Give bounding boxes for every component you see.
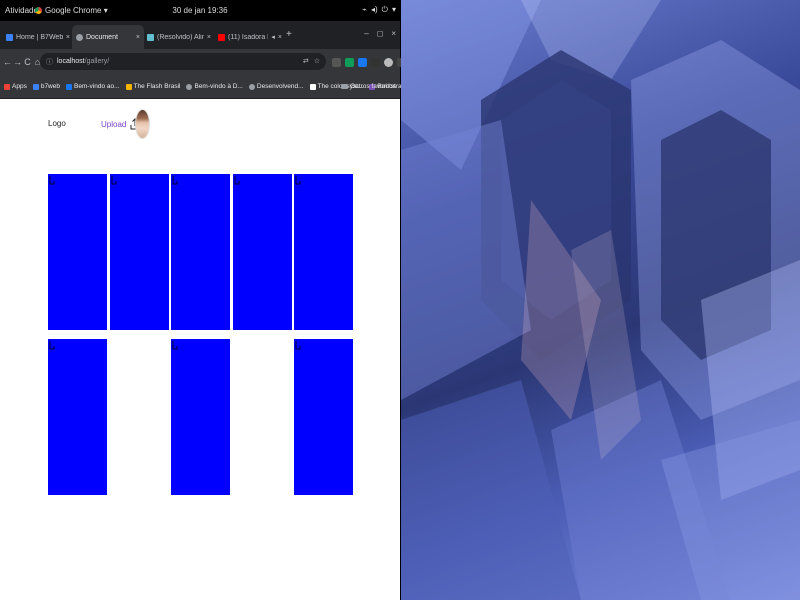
page-viewport: Logo Upload: [0, 100, 400, 600]
address-bar[interactable]: ⓘ localhost/gallery/ ⇄ ☆: [40, 53, 326, 70]
gallery-card[interactable]: [171, 339, 230, 495]
gallery-card[interactable]: [110, 174, 169, 330]
browser-window: Home | B7Web × Document × (Resolvido) Al…: [0, 21, 452, 600]
url-path: /gallery/: [84, 58, 110, 65]
close-icon[interactable]: ×: [207, 34, 211, 41]
folder-icon: [341, 84, 349, 89]
bookmark-star-icon[interactable]: ☆: [314, 57, 320, 65]
tab-title: (11) Isadora Pompeo - Oi: [228, 33, 268, 41]
translate-icon[interactable]: ⇄: [303, 57, 309, 65]
bookmark-label: Bem-vindo ao...: [73, 83, 120, 90]
globe-icon: [186, 83, 193, 90]
broken-image-icon: [172, 341, 178, 350]
reload-icon[interactable]: C: [23, 57, 32, 67]
broken-image-icon: [295, 176, 301, 185]
url-host: localhost: [57, 58, 85, 65]
bookmark-label: b7web: [40, 83, 60, 90]
menu-caret-icon: ▾: [391, 5, 396, 14]
restore-icon[interactable]: ◻: [377, 29, 384, 38]
user-avatar[interactable]: [135, 109, 150, 139]
new-tab-button[interactable]: +: [286, 29, 292, 40]
puzzle-icon[interactable]: [384, 57, 393, 67]
other-bookmarks[interactable]: Outros favoritos: [341, 83, 396, 90]
close-icon[interactable]: ×: [66, 34, 70, 41]
broken-image-icon: [49, 341, 55, 350]
tab-title: Home | B7Web: [16, 33, 63, 41]
tab-title: Document: [86, 33, 118, 41]
extension-icon[interactable]: [345, 57, 354, 67]
b7web-icon: [6, 33, 13, 41]
gallery-card[interactable]: [233, 174, 292, 330]
browser-toolbar: ← → C ⌂ ⓘ localhost/gallery/ ⇄ ☆ ⋮: [0, 49, 435, 75]
other-bookmarks-label: Outros favoritos: [350, 83, 396, 90]
info-icon: ⓘ: [46, 58, 53, 66]
bookmark-item[interactable]: The Flash Brasil: [125, 83, 181, 90]
tab-document[interactable]: Document ×: [72, 25, 144, 49]
page-icon: [309, 83, 316, 90]
minimize-icon[interactable]: –: [364, 29, 368, 38]
gallery-card[interactable]: [171, 174, 230, 330]
bookmark-item[interactable]: Bem-vindo ao...: [65, 83, 120, 90]
bookmark-label: Bem-vindo à D...: [194, 83, 243, 90]
volume-icon: ◂): [370, 5, 378, 14]
facebook-icon: [65, 83, 72, 90]
bolt-icon: [125, 83, 132, 90]
extension-icon[interactable]: [332, 57, 341, 67]
globe-icon: [248, 83, 255, 90]
tab-strip: Home | B7Web × Document × (Resolvido) Al…: [0, 21, 400, 49]
globe-icon: [76, 33, 83, 41]
tab-b7web[interactable]: Home | B7Web ×: [2, 25, 74, 49]
bookmark-item[interactable]: b7web: [32, 83, 60, 90]
forward-icon[interactable]: →: [13, 57, 22, 67]
close-icon[interactable]: ×: [278, 34, 282, 41]
system-menu[interactable]: ⌁ ◂) ⏻ ▾: [362, 5, 396, 15]
apps-icon: [4, 83, 10, 90]
close-window-icon[interactable]: ×: [391, 29, 396, 38]
broken-image-icon: [295, 341, 301, 350]
tab-title: (Resolvido) Alinhar botão: [157, 33, 204, 41]
broken-image-icon: [234, 176, 240, 185]
broken-image-icon: [172, 176, 178, 185]
extension-icon[interactable]: [371, 57, 380, 67]
broken-image-icon: [111, 176, 117, 185]
wallpaper-art: [401, 0, 800, 600]
window-controls: – ◻ ×: [364, 29, 396, 38]
bookmarks-bar: Apps b7web Bem-vindo ao... The Flash Bra…: [0, 75, 452, 99]
site-logo[interactable]: Logo: [48, 119, 66, 128]
site-icon: [147, 33, 154, 41]
bookmark-item[interactable]: Bem-vindo à D...: [186, 83, 243, 90]
bookmark-label: The Flash Brasil: [133, 83, 181, 90]
broken-image-icon: [49, 176, 55, 185]
close-icon[interactable]: ×: [136, 34, 140, 41]
audio-icon[interactable]: ◂: [271, 33, 275, 41]
network-icon: ⌁: [362, 5, 367, 14]
bookmark-label: Desenvolvend...: [256, 83, 304, 90]
upload-label: Upload: [101, 119, 127, 129]
bookmark-label: Apps: [12, 83, 27, 90]
gallery-card[interactable]: [48, 174, 107, 330]
extension-icon[interactable]: [358, 57, 367, 67]
gallery-card[interactable]: [48, 339, 107, 495]
tab-resolvido[interactable]: (Resolvido) Alinhar botão ×: [143, 25, 215, 49]
system-top-bar: Atividades Google Chrome ▾ 30 de jan 19:…: [0, 0, 400, 21]
bookmark-item[interactable]: Desenvolvend...: [248, 83, 304, 90]
bookmark-item[interactable]: Apps: [4, 83, 27, 90]
back-icon[interactable]: ←: [3, 57, 12, 67]
power-icon: ⏻: [381, 5, 388, 14]
desktop-wallpaper: [401, 0, 800, 600]
youtube-icon: [218, 33, 225, 41]
tab-youtube[interactable]: (11) Isadora Pompeo - Oi ◂ ×: [214, 25, 286, 49]
b7web-icon: [32, 83, 39, 90]
gallery-card[interactable]: [294, 339, 353, 495]
clock[interactable]: 30 de jan 19:36: [0, 6, 400, 15]
gallery-card[interactable]: [294, 174, 353, 330]
